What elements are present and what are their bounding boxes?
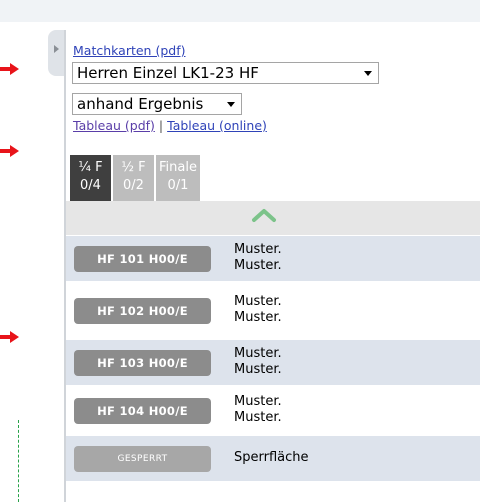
player-name: Muster. [234, 310, 282, 325]
tableau-links: Tableau (pdf) | Tableau (online) [73, 118, 267, 133]
top-toolbar [0, 0, 480, 22]
arrow-right-icon [0, 62, 20, 76]
tab-semifinal[interactable]: ½ F 0/2 [113, 155, 154, 201]
match-players: Muster. Muster. [234, 242, 282, 274]
match-players: Muster. Muster. [234, 346, 282, 378]
arrow-right-icon [0, 144, 20, 158]
player-name: Muster. [234, 362, 282, 377]
locked-row: GESPERRT Sperrfläche [66, 436, 480, 481]
match-button[interactable]: HF 103 H00/E [74, 350, 211, 376]
chevron-up-icon [251, 207, 277, 227]
match-players: Muster. Muster. [234, 294, 282, 326]
player-name: Muster. [234, 410, 282, 425]
arrow-right-icon [0, 330, 20, 344]
tab-final[interactable]: Finale 0/1 [156, 155, 200, 201]
tab-label: ½ F [121, 160, 146, 175]
competition-select[interactable]: Herren Einzel LK1-23 HF [72, 62, 379, 84]
dropdown-caret-icon [227, 102, 235, 107]
player-name: Muster. [234, 346, 282, 361]
guide-line [18, 420, 19, 502]
locked-button[interactable]: GESPERRT [74, 446, 211, 472]
dropdown-caret-icon [364, 71, 372, 76]
matchkarten-link-wrap: Matchkarten (pdf) [73, 40, 185, 59]
locked-text: Sperrfläche [234, 450, 309, 465]
tableau-pdf-link[interactable]: Tableau (pdf) [73, 118, 155, 133]
tab-count: 0/2 [123, 178, 144, 193]
link-separator: | [158, 118, 164, 133]
match-button[interactable]: HF 102 H00/E [74, 298, 211, 324]
match-row: HF 102 H00/E Muster. Muster. [66, 288, 480, 333]
tab-quarterfinal[interactable]: ¼ F 0/4 [70, 155, 111, 201]
match-players: Muster. Muster. [234, 394, 282, 426]
match-row: HF 101 H00/E Muster. Muster. [66, 236, 480, 281]
scroll-up-bar[interactable] [66, 201, 480, 235]
tab-label: Finale [159, 160, 197, 175]
player-name: Muster. [234, 242, 282, 257]
triangle-right-icon [54, 45, 59, 53]
match-row: HF 104 H00/E Muster. Muster. [66, 388, 480, 433]
match-row: HF 103 H00/E Muster. Muster. [66, 340, 480, 385]
tab-label: ¼ F [78, 160, 103, 175]
match-button[interactable]: HF 104 H00/E [74, 398, 211, 424]
locked-label: Sperrfläche [234, 450, 309, 466]
tab-count: 0/1 [167, 178, 189, 193]
tableau-online-link[interactable]: Tableau (online) [167, 118, 267, 133]
sort-select-value: anhand Ergebnis [77, 95, 204, 113]
matchkarten-pdf-link[interactable]: Matchkarten (pdf) [73, 43, 185, 58]
player-name: Muster. [234, 294, 282, 309]
competition-select-value: Herren Einzel LK1-23 HF [77, 64, 259, 82]
player-name: Muster. [234, 394, 282, 409]
tab-count: 0/4 [80, 178, 101, 193]
player-name: Muster. [234, 258, 282, 273]
sort-select[interactable]: anhand Ergebnis [72, 93, 242, 115]
match-button[interactable]: HF 101 H00/E [74, 246, 211, 272]
